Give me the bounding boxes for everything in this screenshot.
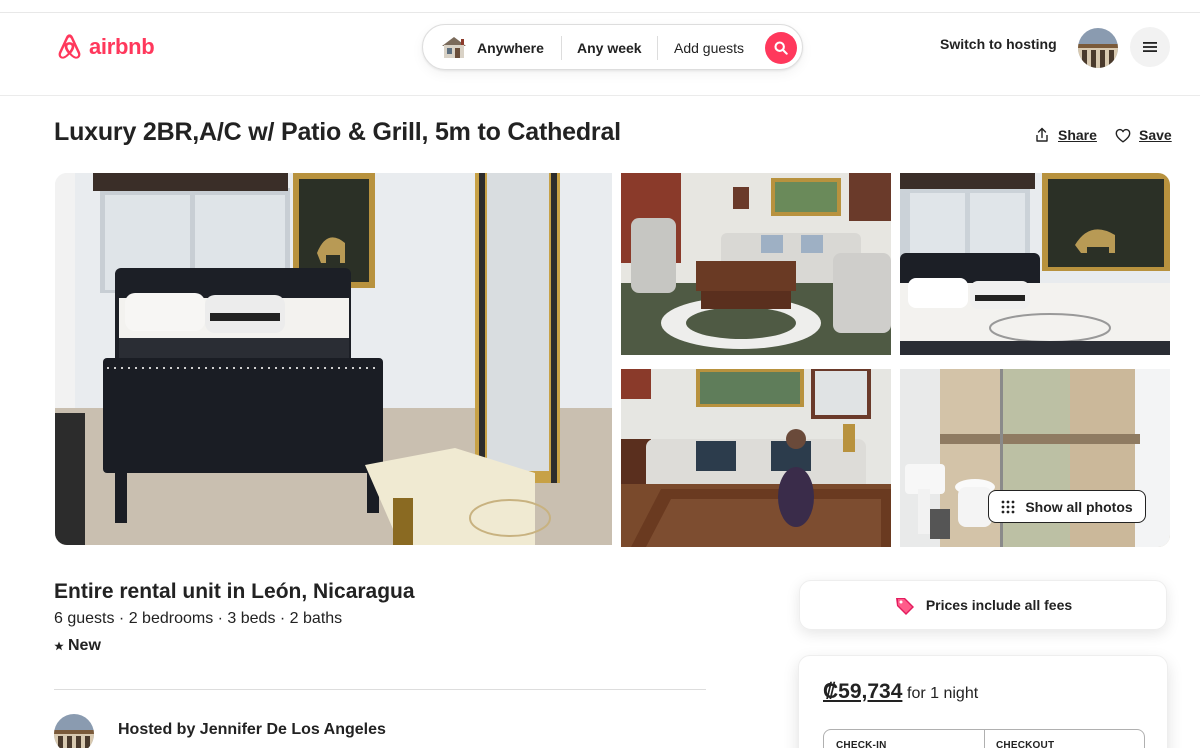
grid-dots-icon [1001, 500, 1015, 513]
listing-specs: 6 guests · 2 bedrooms · 3 beds · 2 baths [54, 610, 343, 627]
avatar-image [1078, 28, 1118, 68]
photo-bedroom-horse-painting[interactable] [900, 173, 1170, 355]
brand-name: airbnb [89, 34, 155, 59]
star-icon [54, 641, 64, 651]
rating-new: New [54, 637, 101, 655]
site-header: airbnb Anywhere Any week Add guests Swit… [0, 14, 1200, 96]
main-menu-button[interactable] [1130, 27, 1170, 67]
hamburger-menu-icon [1143, 42, 1157, 52]
price-tag-icon [895, 598, 914, 615]
airbnb-logo-icon [58, 34, 81, 59]
show-all-photos-label: Show all photos [1025, 498, 1133, 515]
search-button[interactable] [765, 32, 797, 64]
search-anywhere[interactable]: Anywhere [477, 25, 544, 71]
house-thumbnail-icon [439, 34, 469, 60]
search-add-guests[interactable]: Add guests [674, 25, 744, 71]
share-icon [1036, 127, 1048, 142]
search-icon [774, 41, 788, 55]
browser-top-strip [0, 0, 1200, 13]
nightly-price[interactable]: ₡59,734 [823, 680, 902, 704]
search-bar[interactable]: Anywhere Any week Add guests [422, 24, 803, 70]
share-label: Share [1058, 127, 1097, 143]
avatar-image [54, 714, 94, 748]
heart-icon [1115, 128, 1131, 142]
search-any-week[interactable]: Any week [577, 25, 642, 71]
section-divider [54, 689, 706, 690]
listing-title: Luxury 2BR,A/C w/ Patio & Grill, 5m to C… [54, 118, 621, 146]
photo-living-room-table[interactable] [621, 369, 891, 547]
switch-to-hosting-link[interactable]: Switch to hosting [940, 36, 1057, 52]
user-avatar[interactable] [1078, 28, 1118, 68]
date-picker[interactable]: CHECK-IN CHECKOUT [823, 729, 1145, 748]
search-divider [657, 36, 658, 60]
show-all-photos-button[interactable]: Show all photos [988, 490, 1146, 523]
rating-label: New [68, 637, 101, 654]
date-divider [984, 730, 985, 748]
host-avatar[interactable] [54, 714, 94, 748]
search-divider [561, 36, 562, 60]
photo-main-bedroom[interactable] [55, 173, 612, 545]
photo-image [621, 369, 891, 547]
airbnb-logo[interactable]: airbnb [54, 31, 155, 63]
price-period: for 1 night [907, 685, 979, 702]
share-button[interactable]: Share [1034, 127, 1097, 143]
photo-living-room[interactable] [621, 173, 891, 355]
save-button[interactable]: Save [1115, 127, 1172, 143]
listing-type-title: Entire rental unit in León, Nicaragua [54, 580, 415, 603]
prices-include-fees-text: Prices include all fees [925, 597, 1073, 613]
booking-card: ₡59,734 for 1 night CHECK-IN CHECKOUT [798, 655, 1168, 748]
checkin-label[interactable]: CHECK-IN [836, 740, 887, 748]
photo-image [621, 173, 891, 355]
photo-image [55, 173, 612, 545]
photo-image [900, 173, 1170, 355]
hosted-by-text: Hosted by Jennifer De Los Angeles [118, 721, 386, 738]
checkout-label[interactable]: CHECKOUT [996, 740, 1054, 748]
save-label: Save [1139, 127, 1172, 143]
prices-include-fees-banner: Prices include all fees [799, 580, 1167, 630]
